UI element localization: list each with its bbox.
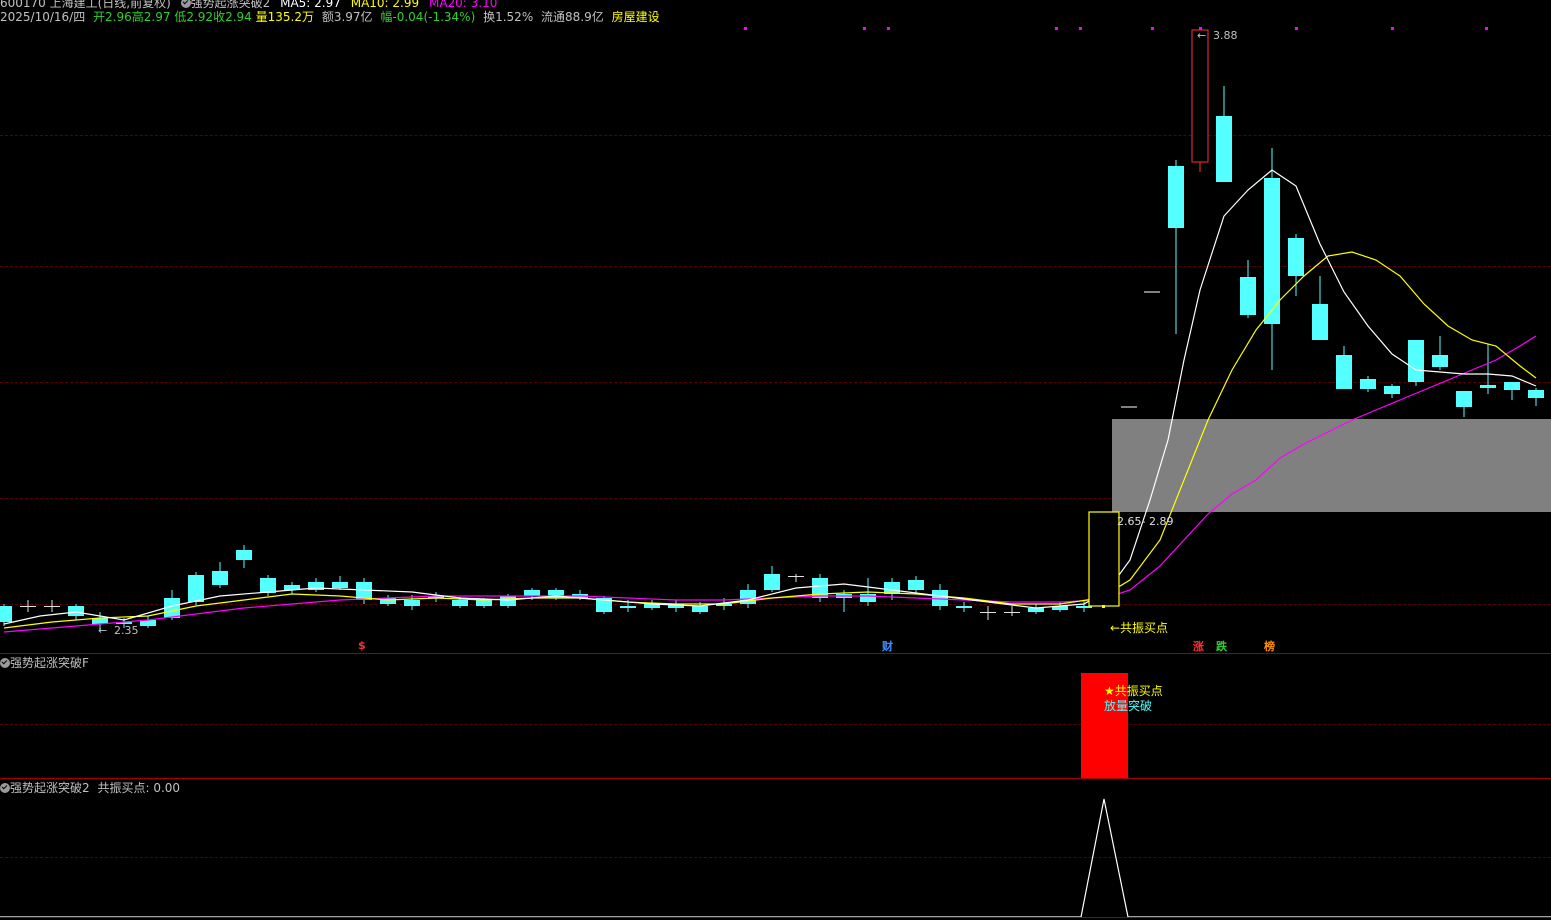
- candle-body: [932, 590, 948, 606]
- candlestick-chart[interactable]: ← 3.88 ← 2.35 2.65- 2.89 ←共振买点: [0, 0, 1551, 655]
- ma5-line: [3, 169, 1537, 625]
- candle-body: [1004, 612, 1020, 613]
- low-price-arrow: ←: [98, 624, 107, 637]
- candle-body: [260, 578, 276, 593]
- high-price-label: ←: [1197, 29, 1206, 42]
- marker-rise[interactable]: 涨: [1193, 638, 1204, 654]
- panel-f-label2: 放量突破: [1104, 699, 1153, 713]
- panel-f-toggle-icon[interactable]: [0, 658, 10, 668]
- low-price-value: 2.35: [114, 624, 139, 637]
- zone-range-label: 2.65- 2.89: [1117, 515, 1173, 528]
- signal-buy-label: ←共振买点: [1110, 621, 1168, 635]
- candle-body: [860, 594, 876, 602]
- candle-body: [236, 550, 252, 560]
- candle-body: [1168, 166, 1184, 228]
- candle-body: [1312, 304, 1328, 340]
- candle-body: [788, 576, 804, 577]
- candle-body: [188, 575, 204, 602]
- candle-body: [1432, 355, 1448, 367]
- candle-body: [332, 582, 348, 588]
- candle-body: [764, 574, 780, 590]
- candle-body: [1528, 390, 1544, 398]
- panel-f-title[interactable]: 强势起涨突破F: [10, 656, 89, 670]
- candle-body: [44, 606, 60, 607]
- candle-body: [1480, 385, 1496, 388]
- candle-body: [476, 600, 492, 606]
- high-price-value: 3.88: [1213, 29, 1238, 42]
- candle-body: [1216, 116, 1232, 182]
- signal-candle: [1088, 511, 1120, 607]
- marker-finance[interactable]: 财: [882, 638, 893, 654]
- panel-2-signal-line: [0, 798, 1551, 918]
- candle-body: [1288, 238, 1304, 276]
- candle-body: [692, 606, 708, 612]
- candle-body: [1191, 29, 1209, 163]
- candle-body: [956, 606, 972, 608]
- candle-body: [1336, 355, 1352, 389]
- candle-body: [68, 606, 84, 616]
- candle-body: [404, 600, 420, 606]
- candle-body: [20, 606, 36, 607]
- candle-body: [1360, 379, 1376, 389]
- price-zone: [1112, 419, 1551, 512]
- candle-body: [1504, 382, 1520, 390]
- candle-body: [980, 612, 996, 613]
- candle-body: [1240, 277, 1256, 315]
- candle-body: [380, 598, 396, 604]
- candle-body: [1456, 391, 1472, 407]
- candle-body: [908, 580, 924, 590]
- candle-body: [452, 600, 468, 606]
- candle-body: [620, 606, 636, 608]
- marker-dollar[interactable]: $: [358, 639, 366, 652]
- candle-body: [212, 571, 228, 585]
- marker-rank[interactable]: 榜: [1264, 638, 1275, 654]
- panel-f-header: 强势起涨突破F: [0, 656, 89, 670]
- candle-body: [524, 590, 540, 596]
- candle-body: [1408, 340, 1424, 382]
- candle-body: [1384, 386, 1400, 394]
- candle-body: [500, 596, 516, 606]
- bottom-axis-line: [0, 917, 1551, 918]
- marker-fall[interactable]: 跌: [1216, 638, 1227, 654]
- candle-body: [0, 606, 12, 622]
